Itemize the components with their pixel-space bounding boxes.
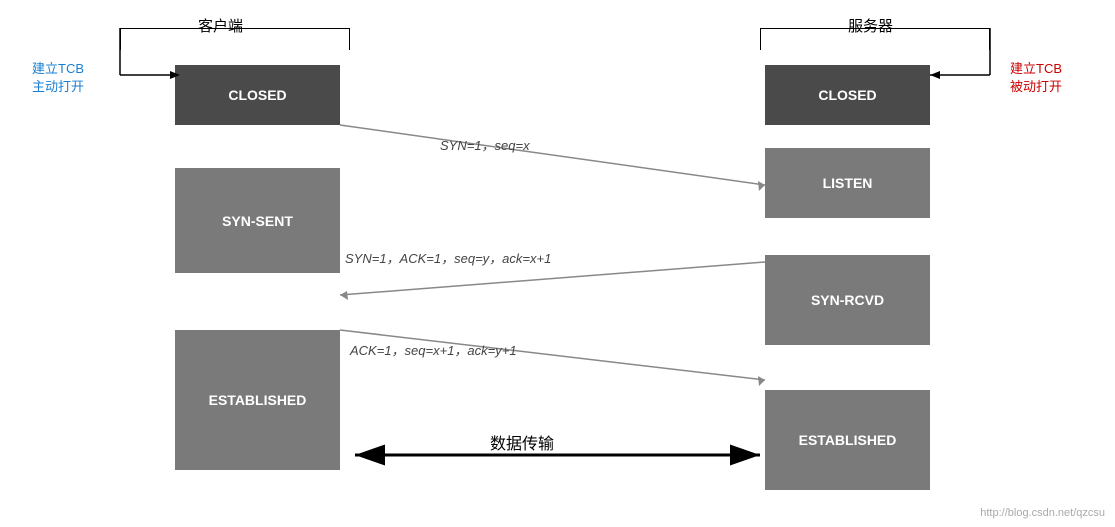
syn-label: SYN=1，seq=x bbox=[440, 135, 530, 154]
server-closed-box: CLOSED bbox=[765, 65, 930, 125]
tcp-diagram: 客户端 服务器 建立TCB 主动打开 建立TCB 被动打开 CLOSED CLO… bbox=[0, 0, 1115, 527]
syn-ack-label: SYN=1，ACK=1，seq=y，ack=x+1 bbox=[345, 248, 551, 267]
client-annotation2: 主动打开 bbox=[32, 78, 84, 96]
client-established-box: ESTABLISHED bbox=[175, 330, 340, 470]
server-label: 服务器 bbox=[848, 15, 893, 36]
watermark: http://blog.csdn.net/qzcsu bbox=[980, 507, 1105, 519]
server-annotation1: 建立TCB bbox=[1010, 60, 1062, 78]
server-syn-rcvd-box: SYN-RCVD bbox=[765, 255, 930, 345]
client-closed-box: CLOSED bbox=[175, 65, 340, 125]
data-transfer-label: 数据传输 bbox=[490, 430, 554, 454]
server-established-box: ESTABLISHED bbox=[765, 390, 930, 490]
server-listen-box: LISTEN bbox=[765, 148, 930, 218]
server-annotation2: 被动打开 bbox=[1010, 78, 1062, 96]
ack-label: ACK=1，seq=x+1，ack=y+1 bbox=[350, 340, 517, 359]
client-syn-sent-box: SYN-SENT bbox=[175, 168, 340, 273]
arrows-svg bbox=[0, 0, 1115, 527]
client-label: 客户端 bbox=[198, 15, 243, 36]
client-annotation1: 建立TCB bbox=[32, 60, 84, 78]
